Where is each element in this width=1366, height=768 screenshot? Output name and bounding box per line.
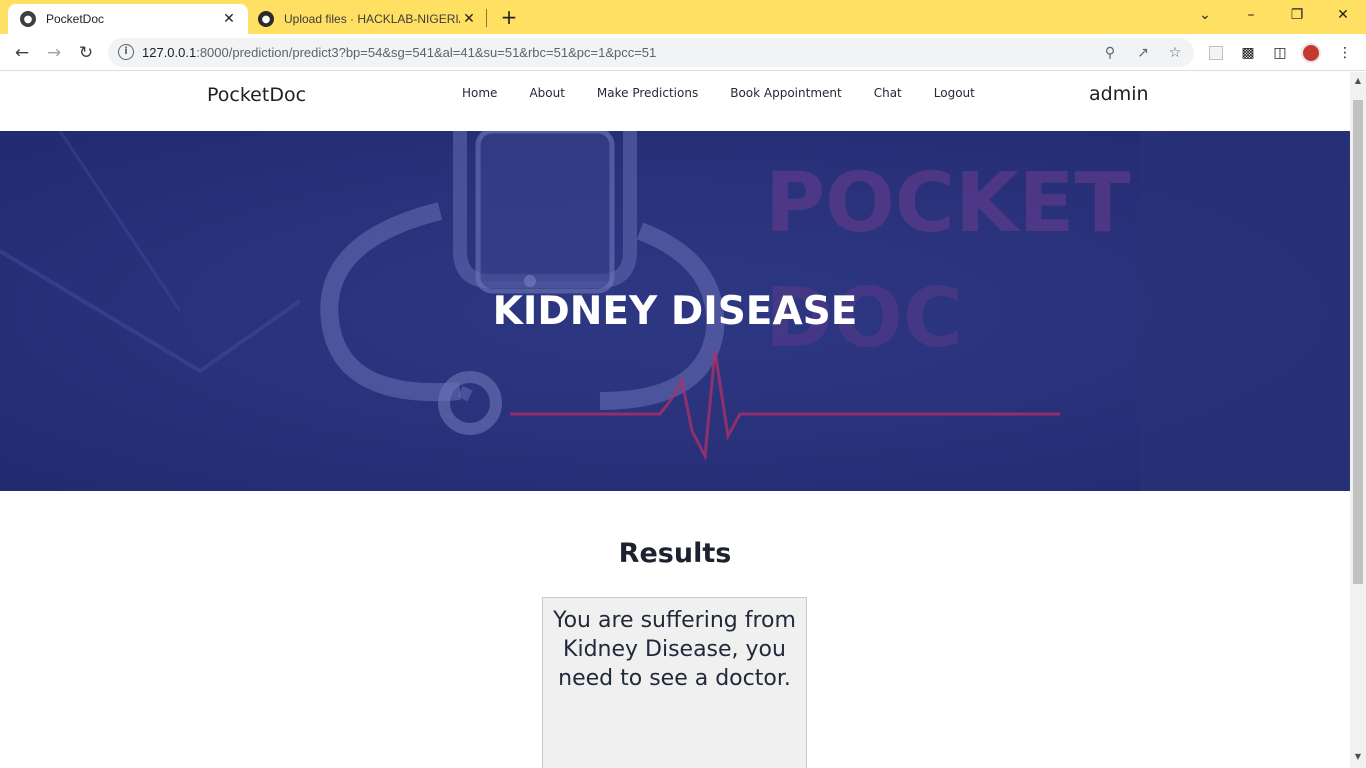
side-panel-icon[interactable]: ◫ (1270, 43, 1290, 63)
scroll-up-arrow-icon[interactable]: ▲ (1354, 76, 1362, 85)
nav-chat[interactable]: Chat (874, 86, 902, 100)
browser-toolbar: ← → ↻ i 127.0.0.1:8000/prediction/predic… (0, 34, 1366, 71)
tab-title: PocketDoc (46, 12, 105, 26)
minimize-button[interactable]: – (1228, 0, 1274, 30)
hero-title: KIDNEY DISEASE (492, 289, 858, 334)
result-message: You are suffering from Kidney Disease, y… (553, 608, 796, 691)
url-host: 127.0.0.1 (142, 45, 197, 60)
nav-about[interactable]: About (529, 86, 564, 100)
reload-button[interactable]: ↻ (72, 39, 100, 67)
tab-title: Upload files · HACKLAB-NIGERIA (284, 12, 460, 26)
nav-book-appointment[interactable]: Book Appointment (730, 86, 842, 100)
github-icon: ● (258, 11, 274, 27)
site-navbar: PocketDoc Home About Make Predictions Bo… (0, 72, 1350, 131)
nav-logout[interactable]: Logout (934, 86, 975, 100)
back-button[interactable]: ← (8, 39, 36, 67)
close-window-button[interactable]: ✕ (1320, 0, 1366, 30)
address-bar[interactable]: i 127.0.0.1:8000/prediction/predict3?bp=… (108, 38, 1194, 67)
result-message-box: You are suffering from Kidney Disease, y… (542, 597, 807, 768)
restore-button[interactable]: ❐ (1274, 0, 1320, 30)
site-info-icon[interactable]: i (118, 44, 134, 60)
share-icon[interactable]: ↗ (1133, 43, 1153, 63)
close-tab-icon[interactable]: ✕ (460, 10, 478, 28)
profile-avatar[interactable] (1301, 43, 1321, 63)
url-text: 127.0.0.1:8000/prediction/predict3?bp=54… (142, 45, 656, 60)
browser-tab-strip: ● PocketDoc ✕ ● Upload files · HACKLAB-N… (0, 0, 1366, 34)
extensions-puzzle-icon[interactable]: ▩ (1238, 43, 1258, 63)
main-nav: Home About Make Predictions Book Appoint… (462, 86, 1007, 100)
nav-home[interactable]: Home (462, 86, 497, 100)
scroll-down-arrow-icon[interactable]: ▼ (1354, 752, 1362, 761)
new-tab-button[interactable]: + (498, 6, 520, 28)
page-viewport: PocketDoc Home About Make Predictions Bo… (0, 72, 1350, 768)
url-path: :8000/prediction/predict3?bp=54&sg=541&a… (196, 45, 657, 60)
page-scrollbar[interactable]: ▲ ▼ (1350, 72, 1366, 768)
zoom-icon[interactable]: ⚲ (1100, 43, 1120, 63)
tab-upload-files[interactable]: ● Upload files · HACKLAB-NIGERIA ✕ (248, 4, 488, 34)
tab-divider (486, 9, 487, 27)
hero-watermark-line-1: POCKET (765, 156, 1131, 251)
extension-placeholder-icon[interactable] (1206, 43, 1226, 63)
nav-make-predictions[interactable]: Make Predictions (597, 86, 698, 100)
close-tab-icon[interactable]: ✕ (220, 10, 238, 28)
browser-menu-icon[interactable]: ⋮ (1335, 43, 1355, 63)
hero-banner: POCKET DOC KIDNEY DISEASE (0, 131, 1350, 491)
forward-button[interactable]: → (40, 39, 68, 67)
site-brand[interactable]: PocketDoc (207, 84, 306, 106)
results-heading: Results (618, 538, 732, 569)
tab-pocketdoc[interactable]: ● PocketDoc ✕ (8, 4, 248, 34)
globe-icon: ● (20, 11, 36, 27)
bookmark-star-icon[interactable]: ☆ (1165, 43, 1185, 63)
username-label: admin (1089, 83, 1149, 105)
scrollbar-thumb[interactable] (1353, 100, 1363, 584)
tab-search-icon[interactable]: ⌄ (1182, 0, 1228, 30)
